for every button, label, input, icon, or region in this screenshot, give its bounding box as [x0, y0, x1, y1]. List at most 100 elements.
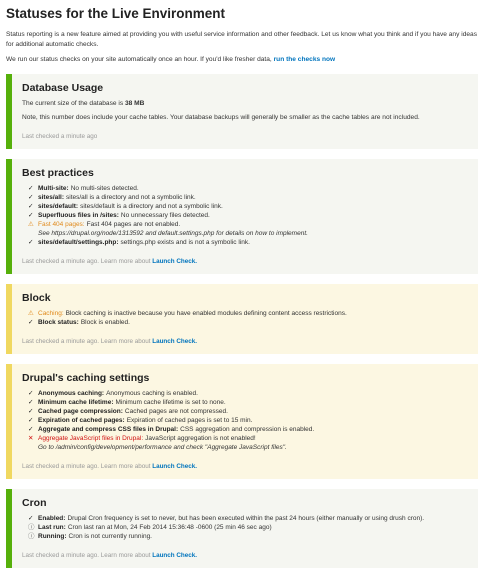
- check-item: ✓ Expiration of cached pages: Expiration o…: [28, 416, 468, 425]
- check-text: Cron last ran at Mon, 24 Feb 2014 15:36:…: [67, 523, 272, 531]
- launch-check-link[interactable]: Launch Check.: [152, 463, 197, 470]
- check-text: settings.php exists and is not a symboli…: [120, 238, 250, 246]
- schedule-label: We run our status checks on your site au…: [6, 56, 272, 63]
- check-text: Fast 404 pages are not enabled.: [86, 220, 181, 228]
- check-list: ✓ Enabled: Drupal Cron frequency is set to…: [22, 514, 468, 541]
- check-item: ✓ Minimum cache lifetime: Minimum cache li…: [28, 398, 468, 407]
- panel-title: Database Usage: [22, 81, 104, 94]
- check-icon: ✓: [28, 318, 34, 326]
- error-icon: ✕: [28, 434, 34, 442]
- panel-title: Drupal's caching settings: [22, 371, 150, 384]
- check-label: Block status:: [38, 318, 79, 326]
- check-body: Multi-site: No multi-sites detected.: [38, 184, 139, 193]
- check-text: sites/default is a directory and not a s…: [80, 202, 223, 210]
- check-detail: See https://drupal.org/node/1313592 and …: [38, 229, 308, 237]
- last-checked-label: Last checked a minute ago. Learn more ab…: [22, 337, 151, 345]
- panel-block: Block ⚠ Caching: Block caching is inactive…: [6, 283, 478, 354]
- check-list: ⚠ Caching: Block caching is inactive becau…: [22, 309, 468, 327]
- panel-cron: Cron ✓ Enabled: Drupal Cron frequency is s…: [6, 488, 478, 568]
- check-text: JavaScript aggregation is not enabled!: [145, 434, 256, 442]
- status-page: Statuses for the Live Environment Status…: [0, 0, 484, 568]
- launch-check-link[interactable]: Launch Check.: [152, 338, 197, 345]
- check-item: ⓘ Last run: Cron last ran at Mon, 24 Feb 2…: [28, 523, 468, 532]
- panel-title: Best practices: [22, 166, 94, 179]
- check-item: ⓘ Running: Cron is not currently running.: [28, 532, 468, 541]
- check-icon: ✓: [28, 416, 34, 424]
- check-label: Anonymous caching:: [38, 389, 105, 397]
- check-label: sites/all:: [38, 193, 65, 201]
- db-size-value: 38 MB: [125, 99, 145, 107]
- check-label: Caching:: [38, 309, 64, 317]
- check-item: ✓ Block status: Block is enabled.: [28, 318, 468, 327]
- check-label: sites/default/settings.php:: [38, 238, 119, 246]
- check-body: Minimum cache lifetime: Minimum cache lif…: [38, 398, 226, 407]
- last-checked: Last checked a minute ago: [22, 132, 98, 140]
- check-text: Drupal Cron frequency is set to never, b…: [67, 514, 425, 522]
- check-body: Cached page compression: Cached pages are…: [38, 407, 228, 416]
- check-item: ✓ Enabled: Drupal Cron frequency is set to…: [28, 514, 468, 523]
- check-body: Superfluous files in /sites: No unnecessa…: [38, 211, 210, 220]
- last-checked-label: Last checked a minute ago. Learn more ab…: [22, 462, 151, 470]
- check-body: Aggregate JavaScript files in Drupal: Jav…: [38, 434, 287, 452]
- panel-caching-settings: Drupal's caching settings ✓ Anonymous cac…: [6, 363, 478, 479]
- last-checked: Last checked a minute ago. Learn more ab…: [22, 337, 468, 346]
- db-size-label: The current size of the database is: [22, 99, 124, 107]
- check-label: Aggregate JavaScript files in Drupal:: [38, 434, 144, 442]
- panel-title: Cron: [22, 496, 47, 509]
- check-icon: ✓: [28, 425, 34, 433]
- check-item: ✓ Multi-site: No multi-sites detected.: [28, 184, 468, 193]
- check-body: Caching: Block caching is inactive becaus…: [38, 309, 347, 318]
- check-item: ✓ sites/default/settings.php: settings.php…: [28, 238, 468, 247]
- last-checked: Last checked a minute ago. Learn more ab…: [22, 257, 468, 266]
- check-item: ✓ Anonymous caching: Anonymous caching is …: [28, 389, 468, 398]
- check-label: Multi-site:: [38, 184, 69, 192]
- last-checked: Last checked a minute ago. Learn more ab…: [22, 462, 468, 471]
- check-list: ✓ Anonymous caching: Anonymous caching is …: [22, 389, 468, 452]
- launch-check-link[interactable]: Launch Check.: [152, 552, 197, 559]
- check-icon: ✓: [28, 211, 34, 219]
- check-icon: ✓: [28, 202, 34, 210]
- info-icon: ⓘ: [28, 523, 35, 531]
- warning-icon: ⚠: [28, 309, 34, 317]
- page-title: Statuses for the Live Environment: [6, 6, 226, 21]
- check-text: Cron is not currently running.: [68, 532, 152, 540]
- last-checked-label: Last checked a minute ago. Learn more ab…: [22, 257, 151, 265]
- check-icon: ✓: [28, 514, 34, 522]
- check-text: No unnecessary files detected.: [120, 211, 210, 219]
- check-body: Fast 404 pages: Fast 404 pages are not en…: [38, 220, 308, 238]
- check-icon: ✓: [28, 398, 34, 406]
- check-label: Superfluous files in /sites:: [38, 211, 119, 219]
- check-item: ✕ Aggregate JavaScript files in Drupal: Ja…: [28, 434, 468, 452]
- check-body: sites/default/settings.php: settings.php …: [38, 238, 250, 247]
- launch-check-link[interactable]: Launch Check.: [152, 258, 197, 265]
- check-text: CSS aggregation and compression is enabl…: [180, 425, 315, 433]
- check-item: ⚠ Fast 404 pages: Fast 404 pages are not e…: [28, 220, 468, 238]
- check-text: No multi-sites detected.: [70, 184, 139, 192]
- check-label: Expiration of cached pages:: [38, 416, 125, 424]
- db-note: Note, this number does include your cach…: [22, 113, 420, 121]
- panel-database-usage: Database Usage The current size of the d…: [6, 73, 478, 149]
- check-body: Last run: Cron last ran at Mon, 24 Feb 20…: [38, 523, 272, 532]
- check-item: ⚠ Caching: Block caching is inactive becau…: [28, 309, 468, 318]
- check-icon: ✓: [28, 407, 34, 415]
- check-body: sites/default: sites/default is a directo…: [38, 202, 223, 211]
- check-text: sites/all is a directory and not a symbo…: [66, 193, 196, 201]
- check-item: ✓ Aggregate and compress CSS files in Dru…: [28, 425, 468, 434]
- check-icon: ✓: [28, 238, 34, 246]
- check-text: Block is enabled.: [80, 318, 130, 326]
- check-label: Aggregate and compress CSS files in Drup…: [38, 425, 179, 433]
- run-checks-link[interactable]: run the checks now: [274, 56, 336, 63]
- check-item: ✓ sites/default: sites/default is a direct…: [28, 202, 468, 211]
- check-text: Block caching is inactive because you ha…: [65, 309, 347, 317]
- check-icon: ✓: [28, 389, 34, 397]
- check-body: sites/all: sites/all is a directory and n…: [38, 193, 196, 202]
- check-label: sites/default:: [38, 202, 79, 210]
- check-icon: ✓: [28, 184, 34, 192]
- check-detail: Go to /admin/config/development/performa…: [38, 443, 287, 451]
- check-item: ✓ sites/all: sites/all is a directory and …: [28, 193, 468, 202]
- check-body: Block status: Block is enabled.: [38, 318, 130, 327]
- check-body: Aggregate and compress CSS files in Drup…: [38, 425, 314, 434]
- check-body: Anonymous caching: Anonymous caching is e…: [38, 389, 198, 398]
- check-item: ✓ Cached page compression: Cached pages ar…: [28, 407, 468, 416]
- check-label: Minimum cache lifetime:: [38, 398, 114, 406]
